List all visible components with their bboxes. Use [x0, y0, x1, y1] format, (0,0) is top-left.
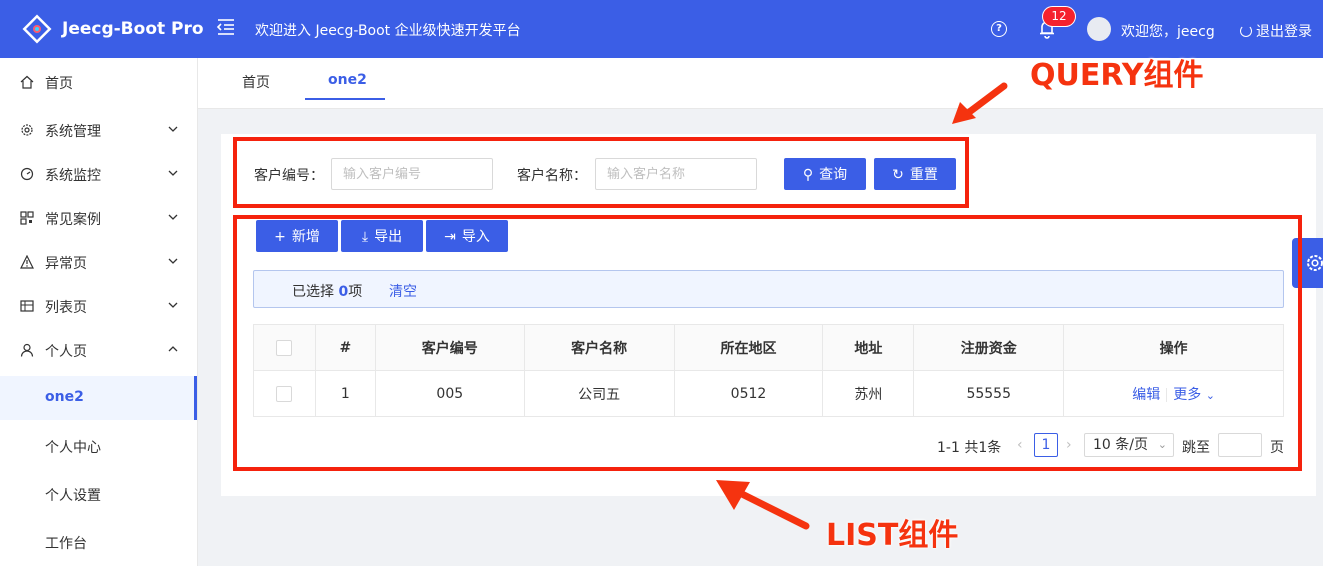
user-icon	[20, 343, 34, 357]
sidebar-item-cases[interactable]: 常见案例	[0, 196, 197, 240]
sidebar-item-workbench[interactable]: 工作台	[0, 520, 197, 564]
help-icon[interactable]: ?	[991, 21, 1007, 37]
app-name: Jeecg-Boot Pro	[62, 19, 204, 39]
home-icon	[20, 75, 34, 89]
chevron-down-icon	[168, 258, 178, 264]
sidebar-item-monitor[interactable]: 系统监控	[0, 152, 197, 196]
sidebar-item-one2[interactable]: one2	[0, 376, 197, 420]
welcome-text: 欢迎进入 Jeecg-Boot 企业级快速开发平台	[255, 23, 521, 39]
gear-icon	[1307, 255, 1323, 271]
sidebar-item-exception[interactable]: 异常页	[0, 240, 197, 284]
gear-icon	[21, 124, 33, 136]
sidebar-item-list[interactable]: 列表页	[0, 284, 197, 328]
notification-badge: 12	[1043, 7, 1075, 26]
query-highlight-box	[233, 137, 969, 208]
sidebar-item-label: 首页	[45, 76, 73, 92]
sidebar-item-center[interactable]: 个人中心	[0, 424, 197, 468]
list-annotation-label: LIST组件	[826, 518, 959, 553]
sidebar-item-home[interactable]: 首页	[0, 60, 197, 104]
logout-label: 退出登录	[1256, 24, 1312, 40]
sidebar-item-label: 系统管理	[45, 124, 101, 140]
query-annotation-label: QUERY组件	[1030, 58, 1204, 93]
sidebar-item-label: 列表页	[45, 300, 87, 316]
logo-icon	[22, 14, 52, 44]
sidebar-item-label: one2	[45, 389, 84, 405]
sidebar-item-settings[interactable]: 个人设置	[0, 472, 197, 516]
user-greeting[interactable]: 欢迎您，jeecg	[1121, 21, 1215, 41]
qrcode-icon	[20, 211, 34, 225]
tab-one2[interactable]: one2	[328, 72, 367, 88]
menu-fold-icon[interactable]	[216, 17, 236, 37]
sidebar-item-label: 个人设置	[45, 488, 101, 504]
chevron-up-icon	[168, 346, 178, 352]
logout-button[interactable]: 退出登录	[1240, 21, 1312, 41]
chevron-down-icon	[168, 214, 178, 220]
table-icon	[20, 300, 34, 312]
arrow-icon	[952, 82, 1008, 124]
chevron-down-icon	[168, 126, 178, 132]
warning-icon	[20, 255, 34, 269]
sidebar-item-label: 工作台	[45, 536, 87, 552]
dashboard-icon	[20, 167, 34, 181]
power-icon	[1240, 25, 1252, 37]
tab-home[interactable]: 首页	[242, 72, 270, 92]
sidebar-item-personal[interactable]: 个人页	[0, 328, 197, 372]
chevron-down-icon	[168, 302, 178, 308]
avatar[interactable]	[1087, 17, 1111, 41]
sidebar-item-label: 异常页	[45, 256, 87, 272]
sidebar-item-label: 个人中心	[45, 440, 101, 456]
chevron-down-icon	[168, 170, 178, 176]
sidebar-item-label: 系统监控	[45, 168, 101, 184]
sidebar-item-system[interactable]: 系统管理	[0, 108, 197, 152]
arrow-icon	[716, 480, 810, 530]
sidebar-item-label: 个人页	[45, 344, 87, 360]
list-highlight-box	[233, 215, 1302, 471]
sidebar: 首页 系统管理 系统监控 常见案例 异常页 列表页 个人页 one2 个人中心 …	[0, 58, 198, 566]
tab-active-indicator	[305, 98, 385, 100]
sidebar-item-label: 常见案例	[45, 212, 101, 228]
